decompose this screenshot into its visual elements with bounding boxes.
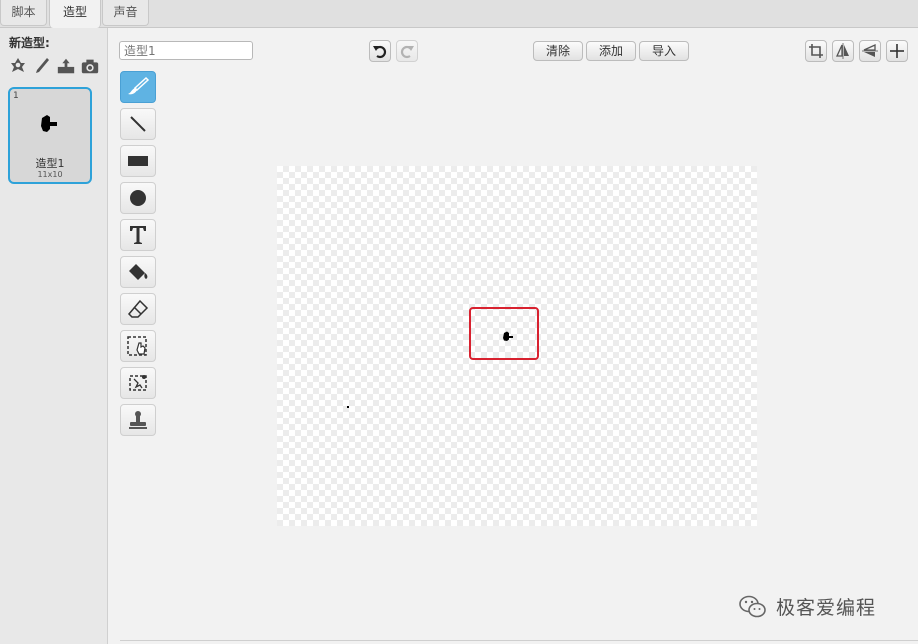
costume-number: 1 [13, 91, 19, 101]
tab-bar: 脚本 造型 声音 [0, 0, 918, 28]
line-icon [130, 116, 146, 132]
tool-fill[interactable] [120, 256, 156, 288]
redo-button[interactable] [396, 40, 418, 62]
costume-name: 造型1 [35, 157, 65, 170]
costume-panel: 新造型: 1 造型1 11x10 [0, 28, 108, 644]
set-center-icon [890, 44, 904, 58]
text-icon [130, 226, 146, 244]
wechat-icon [739, 595, 766, 617]
costume-thumbnail [38, 113, 62, 138]
undo-icon [373, 45, 387, 59]
new-costume-buttons [8, 56, 100, 76]
add-button[interactable]: 添加 [586, 41, 636, 61]
tool-stamp[interactable] [120, 404, 156, 436]
tool-brush[interactable] [120, 71, 156, 103]
tool-select[interactable] [120, 330, 156, 362]
fill-icon [129, 264, 148, 280]
flip-vertical-icon [862, 43, 878, 57]
watermark: 极客爱编程 [738, 593, 876, 620]
brush-icon [128, 76, 150, 95]
costume-name-input[interactable] [119, 41, 253, 60]
tool-text[interactable] [120, 219, 156, 251]
redo-icon [400, 45, 414, 59]
undo-button[interactable] [369, 40, 391, 62]
upload-icon[interactable] [56, 56, 76, 76]
costume-size: 11x10 [37, 170, 63, 179]
tab-sounds[interactable]: 声音 [102, 0, 149, 26]
camera-icon[interactable] [80, 56, 100, 76]
crop-icon [809, 44, 823, 58]
flip-horizontal-icon [835, 43, 849, 59]
import-button[interactable]: 导入 [639, 41, 689, 61]
canvas-dot [347, 406, 349, 408]
tool-select-clone[interactable] [120, 367, 156, 399]
tool-eraser[interactable] [120, 293, 156, 325]
tool-rectangle[interactable] [120, 145, 156, 177]
tab-scripts[interactable]: 脚本 [0, 0, 47, 26]
set-center-button[interactable] [886, 40, 908, 62]
tool-line[interactable] [120, 108, 156, 140]
rectangle-icon [128, 156, 148, 166]
paint-brush-icon[interactable] [32, 56, 52, 76]
flip-vertical-button[interactable] [859, 40, 881, 62]
tool-ellipse[interactable] [120, 182, 156, 214]
clear-button[interactable]: 清除 [533, 41, 583, 61]
select-icon [127, 336, 147, 356]
choose-from-library-icon[interactable] [8, 56, 28, 76]
eraser-icon [127, 299, 149, 318]
stamp-icon [129, 411, 147, 429]
select-clone-icon [129, 375, 147, 391]
crop-button[interactable] [805, 40, 827, 62]
bottom-divider [120, 640, 918, 641]
ellipse-icon [130, 190, 146, 206]
watermark-text: 极客爱编程 [776, 597, 877, 619]
tab-costumes[interactable]: 造型 [49, 0, 101, 28]
flip-horizontal-button[interactable] [832, 40, 854, 62]
costume-item[interactable]: 1 造型1 11x10 [8, 87, 92, 184]
costume-shape [502, 331, 514, 345]
new-costume-label: 新造型: [9, 36, 50, 50]
